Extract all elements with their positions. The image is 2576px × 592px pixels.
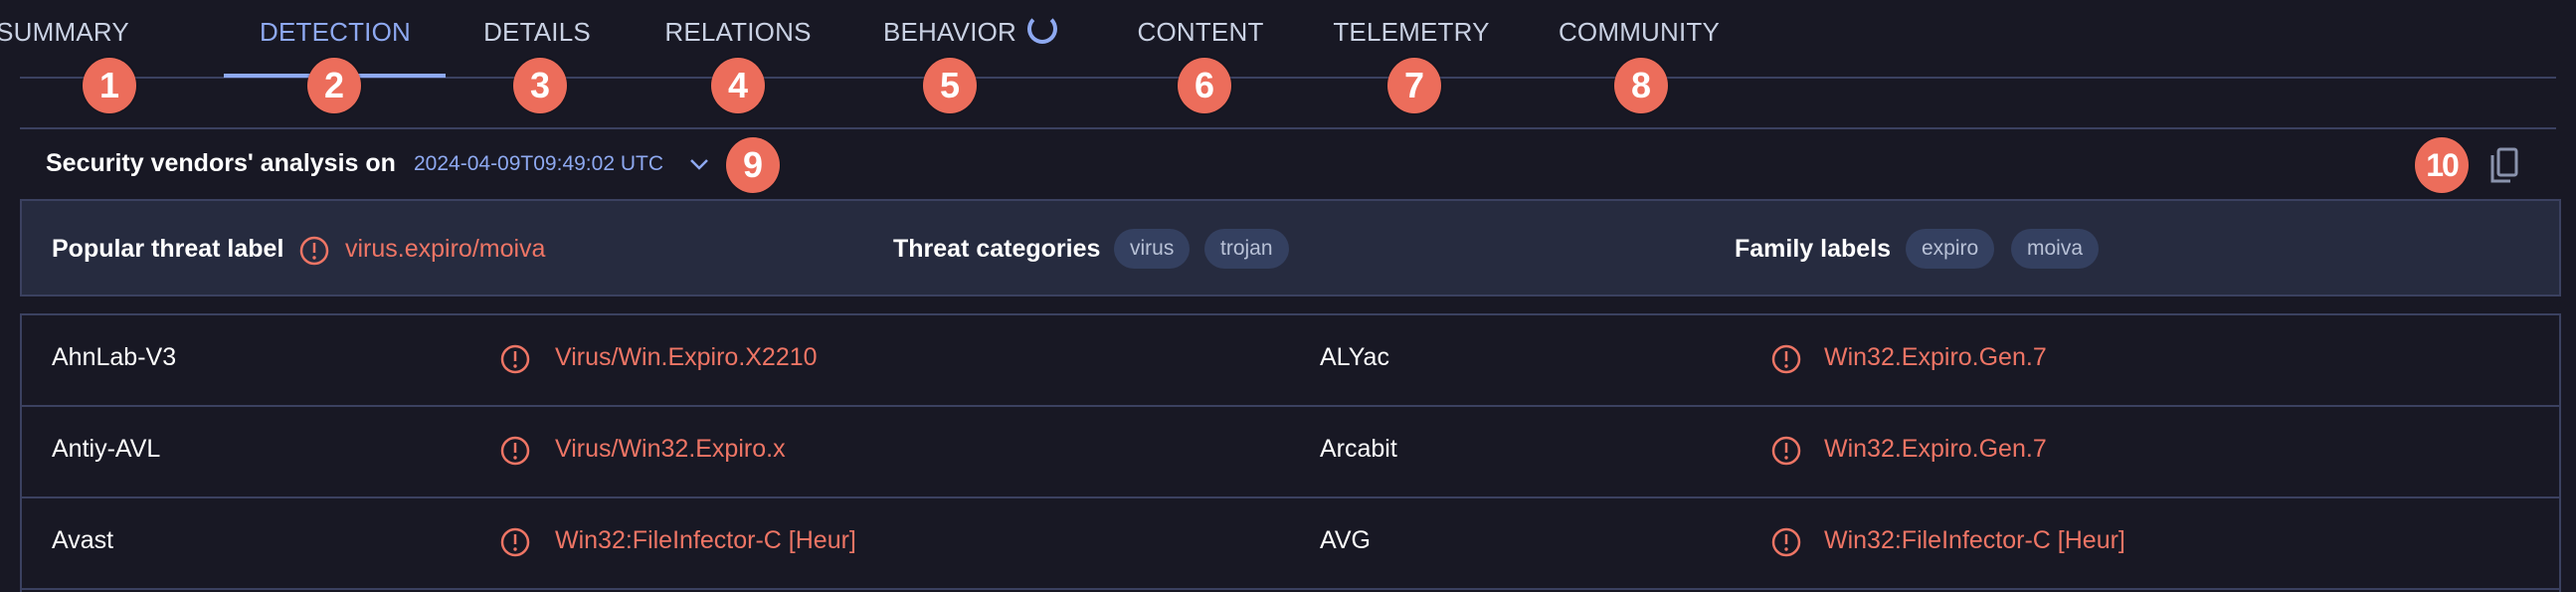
tab-content[interactable]: CONTENT <box>1137 12 1263 52</box>
annotation-badge: 5 <box>923 58 977 113</box>
alert-circle-icon <box>299 236 329 266</box>
vendor-name: Antiy-AVL <box>52 435 161 463</box>
table-row: Antiy-AVL Virus/Win32.Expiro.x Arcabit W… <box>22 407 2559 498</box>
vendor-name: AhnLab-V3 <box>52 343 177 371</box>
annotation-badge: 9 <box>726 137 780 193</box>
alert-circle-icon <box>1771 527 1801 557</box>
vendor-name: Arcabit <box>1320 435 1397 463</box>
vendor-name: AVG <box>1320 526 1371 554</box>
tab-relations[interactable]: RELATIONS <box>664 12 811 52</box>
alert-circle-icon <box>500 436 530 466</box>
family-label-pill[interactable]: moiva <box>2011 229 2100 269</box>
detections-table: AhnLab-V3 Virus/Win.Expiro.X2210 ALYac W… <box>20 313 2561 592</box>
tab-behavior[interactable]: BEHAVIOR <box>883 12 1016 52</box>
popular-threat-label-heading: Popular threat label <box>52 235 284 263</box>
loading-spinner-icon <box>1027 14 1057 44</box>
annotation-badge: 2 <box>307 58 361 113</box>
annotation-badge: 6 <box>1178 58 1231 113</box>
detection-result: Win32.Expiro.Gen.7 <box>1824 343 2047 371</box>
alert-circle-icon <box>1771 344 1801 374</box>
copy-icon[interactable] <box>2486 145 2522 185</box>
detection-result: Virus/Win32.Expiro.x <box>555 435 786 463</box>
annotation-badge: 4 <box>711 58 765 113</box>
tab-telemetry[interactable]: TELEMETRY <box>1333 12 1489 52</box>
analysis-title: Security vendors' analysis on <box>46 149 396 177</box>
annotation-badge: 8 <box>1614 58 1668 113</box>
chevron-down-icon[interactable] <box>686 151 712 177</box>
detection-result: Virus/Win.Expiro.X2210 <box>555 343 818 371</box>
tab-details[interactable]: DETAILS <box>483 12 591 52</box>
table-row: Avast Win32:FileInfector-C [Heur] AVG Wi… <box>22 498 2559 590</box>
family-labels-heading: Family labels <box>1735 235 1892 263</box>
detection-result: Win32:FileInfector-C [Heur] <box>555 526 856 554</box>
alert-circle-icon <box>500 344 530 374</box>
detection-result: Win32.Expiro.Gen.7 <box>1824 435 2047 463</box>
annotation-badge: 3 <box>513 58 567 113</box>
vendor-name: Avast <box>52 526 114 554</box>
tab-summary[interactable]: SUMMARY <box>0 12 129 52</box>
detection-result: Win32:FileInfector-C [Heur] <box>1824 526 2125 554</box>
threat-summary-panel: Popular threat label virus.expiro/moiva … <box>20 199 2561 296</box>
annotation-badge: 10 <box>2415 137 2469 193</box>
threat-categories-heading: Threat categories <box>893 235 1101 263</box>
popular-threat-label-value[interactable]: virus.expiro/moiva <box>345 235 545 264</box>
annotation-badge: 1 <box>83 58 136 113</box>
family-label-pill[interactable]: expiro <box>1906 229 1995 269</box>
table-row: AhnLab-V3 Virus/Win.Expiro.X2210 ALYac W… <box>22 315 2559 407</box>
analysis-timestamp: 2024-04-09T09:49:02 UTC <box>414 152 663 175</box>
tab-community[interactable]: COMMUNITY <box>1559 12 1720 52</box>
tab-detection[interactable]: DETECTION <box>260 12 411 52</box>
section-divider <box>20 127 2556 129</box>
alert-circle-icon <box>1771 436 1801 466</box>
alert-circle-icon <box>500 527 530 557</box>
threat-category-pill[interactable]: trojan <box>1204 229 1289 269</box>
annotation-badge: 7 <box>1387 58 1441 113</box>
threat-category-pill[interactable]: virus <box>1114 229 1191 269</box>
vendor-name: ALYac <box>1320 343 1389 371</box>
